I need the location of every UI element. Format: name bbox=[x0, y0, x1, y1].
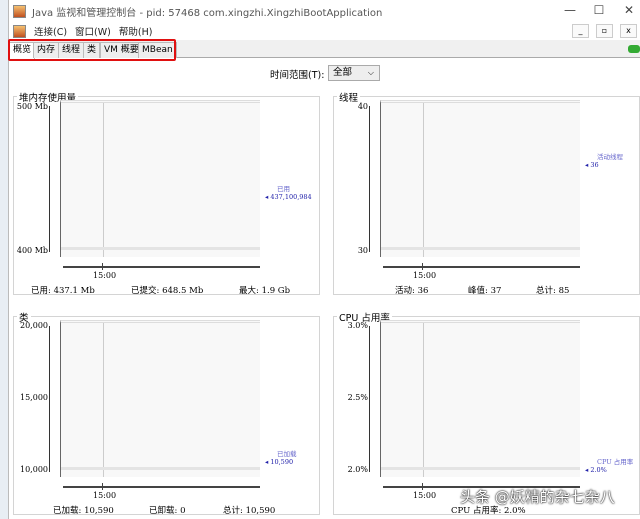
title-bar: Java 监视和管理控制台 - pid: 57468 com.xingzhi.X… bbox=[9, 0, 640, 22]
stat-label: 已卸载: bbox=[149, 506, 178, 516]
heap-memory-panel: 堆内存使用量 500 Mb 400 Mb 15:00 已用 ◂ 437,100,9… bbox=[13, 90, 320, 296]
time-range-label: 时间范围(T): bbox=[270, 70, 325, 81]
y-tick-bottom: 400 Mb bbox=[16, 246, 48, 255]
stat-label: 总计: bbox=[223, 506, 243, 516]
x-tick: 15:00 bbox=[413, 271, 437, 280]
internal-close-button[interactable]: x bbox=[620, 24, 637, 38]
legend-cpu: CPU 占用率 ◂ 2.0% bbox=[585, 458, 634, 474]
stat-used: 437.1 Mb bbox=[53, 286, 95, 296]
stat-label: 活动: bbox=[395, 286, 415, 296]
menu-connection[interactable]: 连接(C) bbox=[34, 24, 67, 38]
legend-used: 已用 ◂ 437,100,984 bbox=[265, 185, 312, 201]
close-button[interactable]: ✕ bbox=[619, 3, 639, 17]
time-range-value: 全部 bbox=[333, 67, 353, 78]
stat-label: CPU 占用率: bbox=[451, 506, 502, 516]
stat-label: 最大: bbox=[239, 286, 259, 296]
background-window-strip bbox=[0, 0, 9, 519]
y-tick-bottom: 2.0% bbox=[347, 465, 368, 474]
java-app-icon bbox=[13, 4, 26, 18]
threads-panel: 线程 40 30 15:00 活动线程 ◂ 36 活动: 36 峰值: 37 总计… bbox=[333, 90, 640, 296]
x-axis bbox=[63, 266, 260, 268]
y-tick-mid: 2.5% bbox=[347, 393, 368, 402]
legend-live-threads: 活动线程 ◂ 36 bbox=[585, 153, 623, 169]
stat-total: 85 bbox=[558, 286, 570, 296]
menu-bar: 连接(C) 窗口(W) 帮助(H) bbox=[9, 22, 640, 40]
window-title: Java 监视和管理控制台 - pid: 57468 com.xingzhi.X… bbox=[32, 7, 383, 19]
y-tick-bottom: 30 bbox=[357, 246, 368, 255]
stat-label: 已提交: bbox=[131, 286, 160, 296]
x-tick: 15:00 bbox=[413, 491, 437, 500]
threads-plot-area bbox=[380, 100, 580, 257]
heap-plot-area bbox=[60, 100, 260, 257]
stat-loaded: 10,590 bbox=[84, 506, 114, 516]
minimize-button[interactable]: — bbox=[560, 3, 580, 17]
y-tick-top: 500 Mb bbox=[16, 102, 48, 111]
legend-loaded: 已加载 ◂ 10,590 bbox=[265, 450, 297, 466]
cpu-usage-panel: CPU 占用率 3.0% 2.5% 2.0% 15:00 CPU 占用率 ◂ 2.… bbox=[333, 310, 640, 516]
y-tick-top: 3.0% bbox=[347, 321, 368, 330]
y-tick-mid: 15,000 bbox=[20, 393, 48, 402]
menu-help[interactable]: 帮助(H) bbox=[119, 24, 153, 38]
menu-window[interactable]: 窗口(W) bbox=[75, 24, 111, 38]
stat-peak: 37 bbox=[490, 286, 502, 296]
stat-total: 10,590 bbox=[245, 506, 276, 516]
stat-label: 峰值: bbox=[468, 286, 488, 296]
stat-label: 已用: bbox=[31, 286, 51, 296]
y-tick-top: 20,000 bbox=[20, 321, 48, 330]
stat-max: 1.9 Gb bbox=[261, 286, 291, 296]
java-app-icon bbox=[13, 24, 26, 38]
classes-plot-area bbox=[60, 320, 260, 477]
chevron-down-icon: ⌵ bbox=[367, 68, 374, 77]
stat-cpu: 2.0% bbox=[504, 506, 526, 516]
connection-status-icon bbox=[628, 45, 640, 53]
classes-panel: 类 20,000 15,000 10,000 15:00 已加载 ◂ 10,590… bbox=[13, 310, 320, 516]
highlight-box bbox=[8, 39, 176, 61]
panel-title: 线程 bbox=[337, 90, 361, 104]
time-range-select[interactable]: 全部 ⌵ bbox=[328, 65, 380, 81]
internal-minimize-button[interactable]: _ bbox=[572, 24, 589, 38]
stat-live: 36 bbox=[417, 286, 429, 296]
x-tick: 15:00 bbox=[93, 271, 117, 280]
stat-unloaded: 0 bbox=[180, 506, 186, 516]
watermark: 头条 @妖精的杂七杂八 bbox=[460, 488, 615, 506]
stat-committed: 648.5 Mb bbox=[162, 286, 204, 296]
stat-label: 总计: bbox=[536, 286, 556, 296]
stat-label: 已加载: bbox=[53, 506, 82, 516]
y-tick-bottom: 10,000 bbox=[20, 465, 48, 474]
internal-restore-button[interactable]: ▫ bbox=[596, 24, 613, 38]
x-tick: 15:00 bbox=[93, 491, 117, 500]
cpu-plot-area bbox=[380, 320, 580, 477]
y-axis bbox=[49, 106, 50, 252]
maximize-button[interactable]: ☐ bbox=[589, 3, 609, 17]
y-tick-top: 40 bbox=[357, 102, 368, 111]
